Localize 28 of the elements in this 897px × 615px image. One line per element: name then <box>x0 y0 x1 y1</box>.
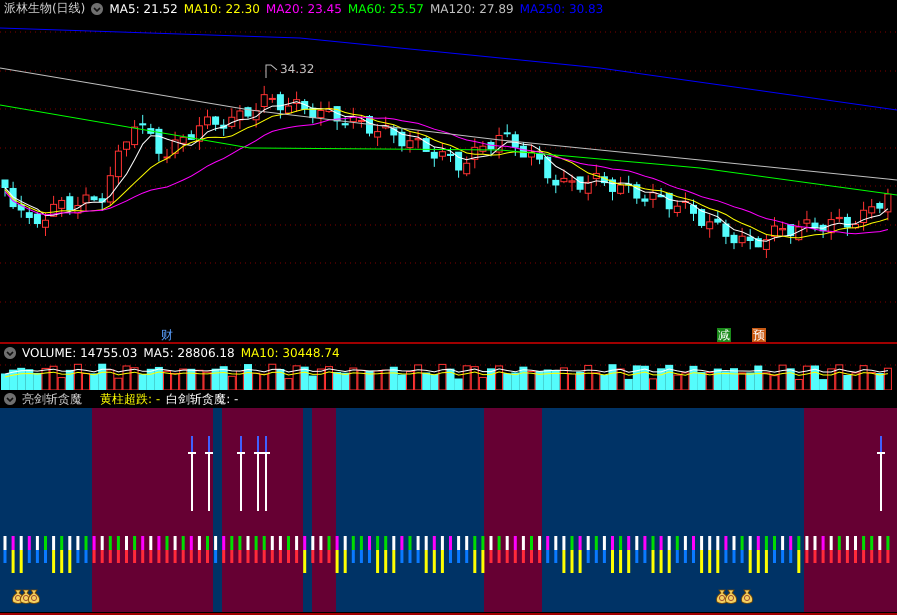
ma-legend: MA20: 23.45 <box>266 2 342 16</box>
money-bag-icon <box>725 590 737 604</box>
volume-legend: MA10: 30448.74 <box>240 346 340 360</box>
ma-legend: MA60: 25.57 <box>348 2 424 16</box>
indicator-legend: 黄柱超跌: - <box>100 390 160 408</box>
money-bag-icon <box>741 590 753 604</box>
money-bag-icon <box>28 590 40 604</box>
chevron-down-icon[interactable] <box>4 393 16 406</box>
chevron-down-icon[interactable] <box>4 346 16 359</box>
flag-icon <box>266 64 278 78</box>
volume-legend: MA5: 28806.18 <box>143 346 235 360</box>
event-marker[interactable]: 预 <box>752 328 766 342</box>
stock-title: 派林生物(日线) <box>4 0 86 18</box>
high-price-label: 34.32 <box>280 62 314 76</box>
indicator-legend: 白剑斩贪魔: - <box>166 390 238 408</box>
volume-legend: VOLUME: 14755.03 <box>22 346 138 360</box>
sword-icon <box>188 436 196 512</box>
sword-icon <box>205 436 213 512</box>
event-marker[interactable]: 减 <box>717 328 731 342</box>
event-marker[interactable]: 财 <box>160 328 174 342</box>
sword-icon <box>877 436 885 512</box>
ma-legend: MA5: 21.52 <box>109 2 178 16</box>
sword-icon <box>237 436 245 512</box>
indicator-name: 亮剑斩贪魔 <box>22 390 82 408</box>
ma-legend: MA250: 30.83 <box>520 2 604 16</box>
ma-legend: MA120: 27.89 <box>430 2 514 16</box>
ma-legend: MA10: 22.30 <box>184 2 260 16</box>
chevron-down-icon[interactable] <box>91 2 104 15</box>
